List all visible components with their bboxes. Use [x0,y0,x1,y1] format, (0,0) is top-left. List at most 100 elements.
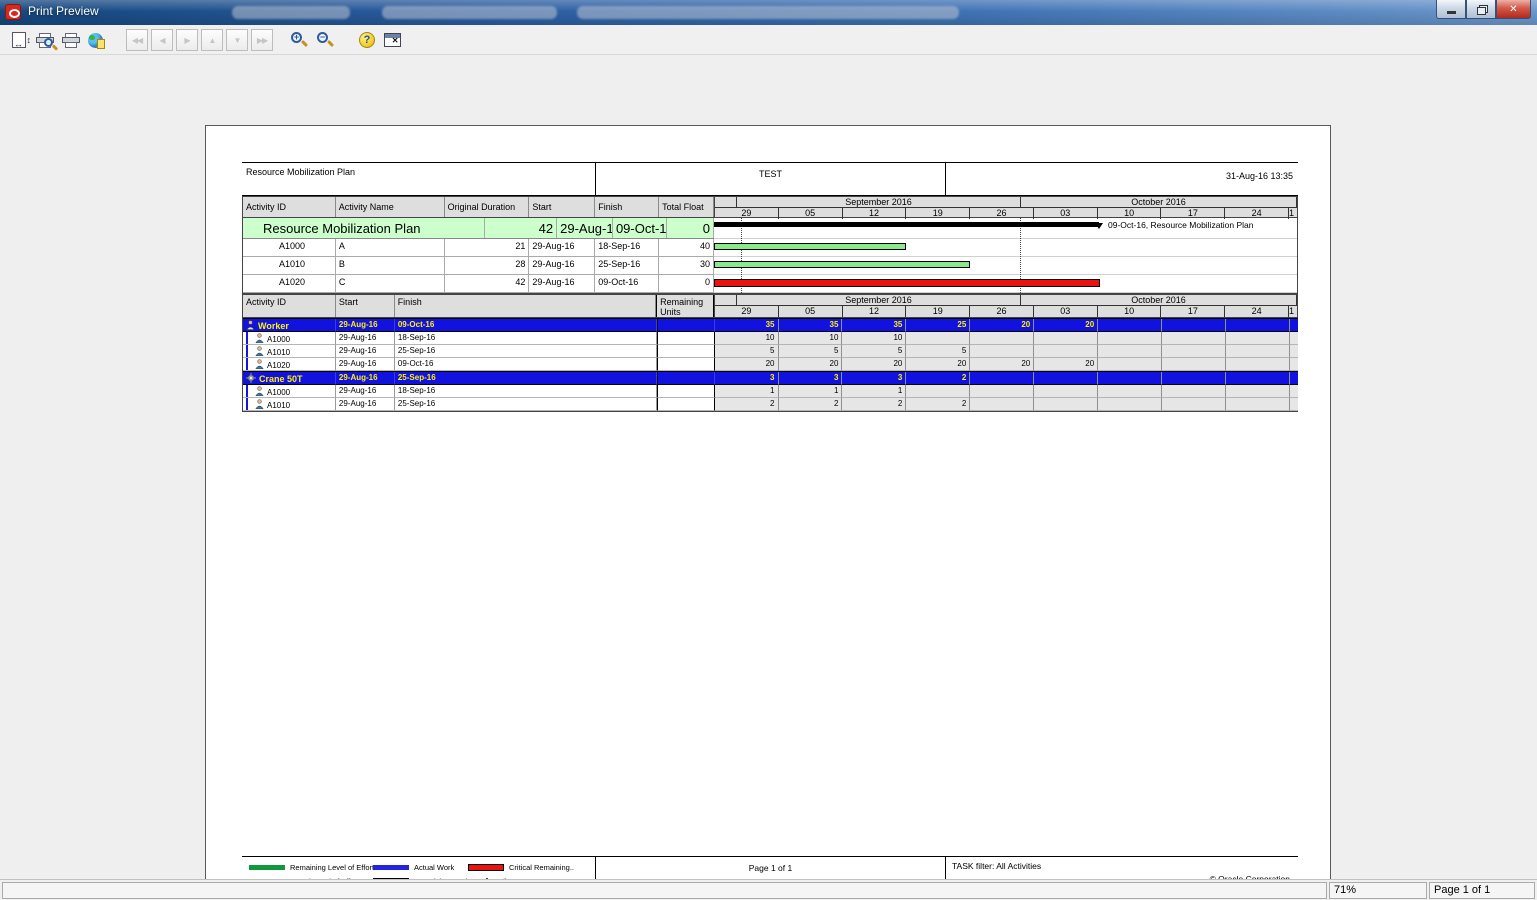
resource-week-value: 35 [842,319,906,332]
resource-week-value [1226,319,1290,332]
legend-swatch [249,865,285,870]
window-title: Print Preview [28,4,99,18]
hierarchy-line [246,358,248,370]
print-setup-button[interactable] [34,29,56,51]
activity-finish: 25-Sep-16 [595,257,659,274]
worker-icon [246,320,255,330]
resource-remaining-units [657,372,715,385]
timeline-week-label: 24 [1225,306,1289,317]
resource-start: 29-Aug-16 [336,319,395,332]
activity-name: C [336,275,445,292]
resource-group-row: Worker29-Aug-1609-Oct-16353535252020 [243,318,1298,332]
resource-week-value: 10 [779,332,843,345]
next-page-button: ▶ [176,29,198,51]
timeline-month-row: September 2016October 2016 [715,197,1297,208]
activity-row: A1000A2129-Aug-1618-Sep-1640 [243,239,714,257]
resource-finish: 25-Sep-16 [395,398,657,411]
statusbar-zoom-pane: 71% [1329,882,1427,899]
legend-label: Actual Work [414,863,454,872]
publish-page-icon [97,39,105,49]
help-button[interactable]: ? [356,29,378,51]
summary-activity-name: Resource Mobilization Plan [243,218,485,238]
resource-week-value [1226,398,1290,411]
print-preview-canvas[interactable]: Resource Mobilization Plan TEST 31-Aug-1… [0,55,1537,879]
activity-total-float: 40 [659,239,714,256]
resource-week-value [1226,385,1290,398]
resource-week-value: 3 [842,372,906,385]
close-preview-icon [384,33,401,47]
resource-column-header-remaining-units: Remaining Units [656,295,714,317]
resource-week-value [970,345,1034,358]
timeline-week-label: 29 [715,306,779,317]
resource-week-value [906,385,970,398]
last-page-button: ▶▶ [251,29,273,51]
print-preview-window: Print Preview ✕ ◀◀ ◀ ▶ ▲ ▼ ▶▶ + [0,0,1537,900]
column-header-name: Activity Name [336,197,445,217]
gantt-bar-remaining-work [714,261,970,268]
last-page-icon: ▶▶ [257,36,267,45]
oracle-logo-icon [5,4,21,20]
resource-table-rows: Worker29-Aug-1609-Oct-16353535252020A100… [242,318,1298,412]
report-page: Resource Mobilization Plan TEST 31-Aug-1… [205,125,1331,900]
activity-id: A1020 [243,275,336,292]
resource-week-value: 20 [1034,358,1098,371]
resource-week-value: 5 [842,345,906,358]
resource-week-value [1098,332,1162,345]
legend-item: Remaining Level of Effort [249,863,374,872]
resource-week-value [1034,345,1098,358]
resource-week-value: 25 [906,319,970,332]
resource-week-value [1034,398,1098,411]
minimize-button[interactable] [1436,0,1466,19]
publish-button[interactable] [84,29,106,51]
resource-week-value [906,332,970,345]
gantt-bar-critical-remaining [714,279,1100,287]
resource-week-value [970,385,1034,398]
resource-week-value: 2 [842,398,906,411]
report-title: Resource Mobilization Plan [242,163,595,197]
page-setup-button[interactable] [8,29,30,51]
task-filter-label: TASK filter: All Activities [952,861,1041,871]
summary-start: 29-Aug-16 [557,218,613,238]
resource-week-value: 10 [842,332,906,345]
resource-name-label: Crane 50T [259,374,303,384]
legend-item: Critical Remaining.. [468,863,574,872]
timeline-week-label: 10 [1098,306,1162,317]
person-icon [255,399,264,409]
resource-activity-id: A1000 [243,385,336,398]
resource-activity-id: A1020 [243,358,336,371]
minimize-icon [1447,11,1456,14]
activity-start: 29-Aug-16 [529,275,595,292]
print-icon [62,33,80,48]
activity-total-float: 0 [659,275,714,292]
zoom-in-button[interactable]: + [288,29,310,51]
timeline-month-label [715,197,737,207]
resource-finish: 25-Sep-16 [395,372,657,385]
activity-start: 29-Aug-16 [529,257,595,274]
activity-row: A1020C4229-Aug-1609-Oct-160 [243,275,714,293]
activity-table-header: Activity IDActivity NameOriginal Duratio… [242,196,714,218]
close-button[interactable]: ✕ [1496,0,1531,19]
zoom-out-button[interactable]: − [314,29,336,51]
print-button[interactable] [60,29,82,51]
close-preview-button[interactable] [381,29,403,51]
resource-week-value [1162,398,1226,411]
previous-page-button: ◀ [151,29,173,51]
resource-finish: 09-Oct-16 [395,358,657,371]
resource-week-value: 2 [906,372,970,385]
summary-bar-label: 09-Oct-16, Resource Mobilization Plan [1108,220,1254,230]
first-page-icon: ◀◀ [132,36,142,45]
resource-column-header-start: Start [336,295,395,317]
column-header-tf: Total Float [659,197,714,217]
person-icon [255,359,264,369]
activity-original-duration: 21 [445,239,530,256]
legend-swatch [373,865,409,870]
activity-finish: 18-Sep-16 [595,239,659,256]
report-datetime: 31-Aug-16 13:35 [946,163,1298,197]
restore-button[interactable] [1466,0,1496,19]
titlebar: Print Preview ✕ [0,0,1537,25]
resource-name-label: Worker [258,321,289,331]
resource-week-value [1098,345,1162,358]
resource-week-sliver [1290,398,1298,411]
resource-start: 29-Aug-16 [336,332,395,345]
resource-remaining-units [657,358,715,371]
